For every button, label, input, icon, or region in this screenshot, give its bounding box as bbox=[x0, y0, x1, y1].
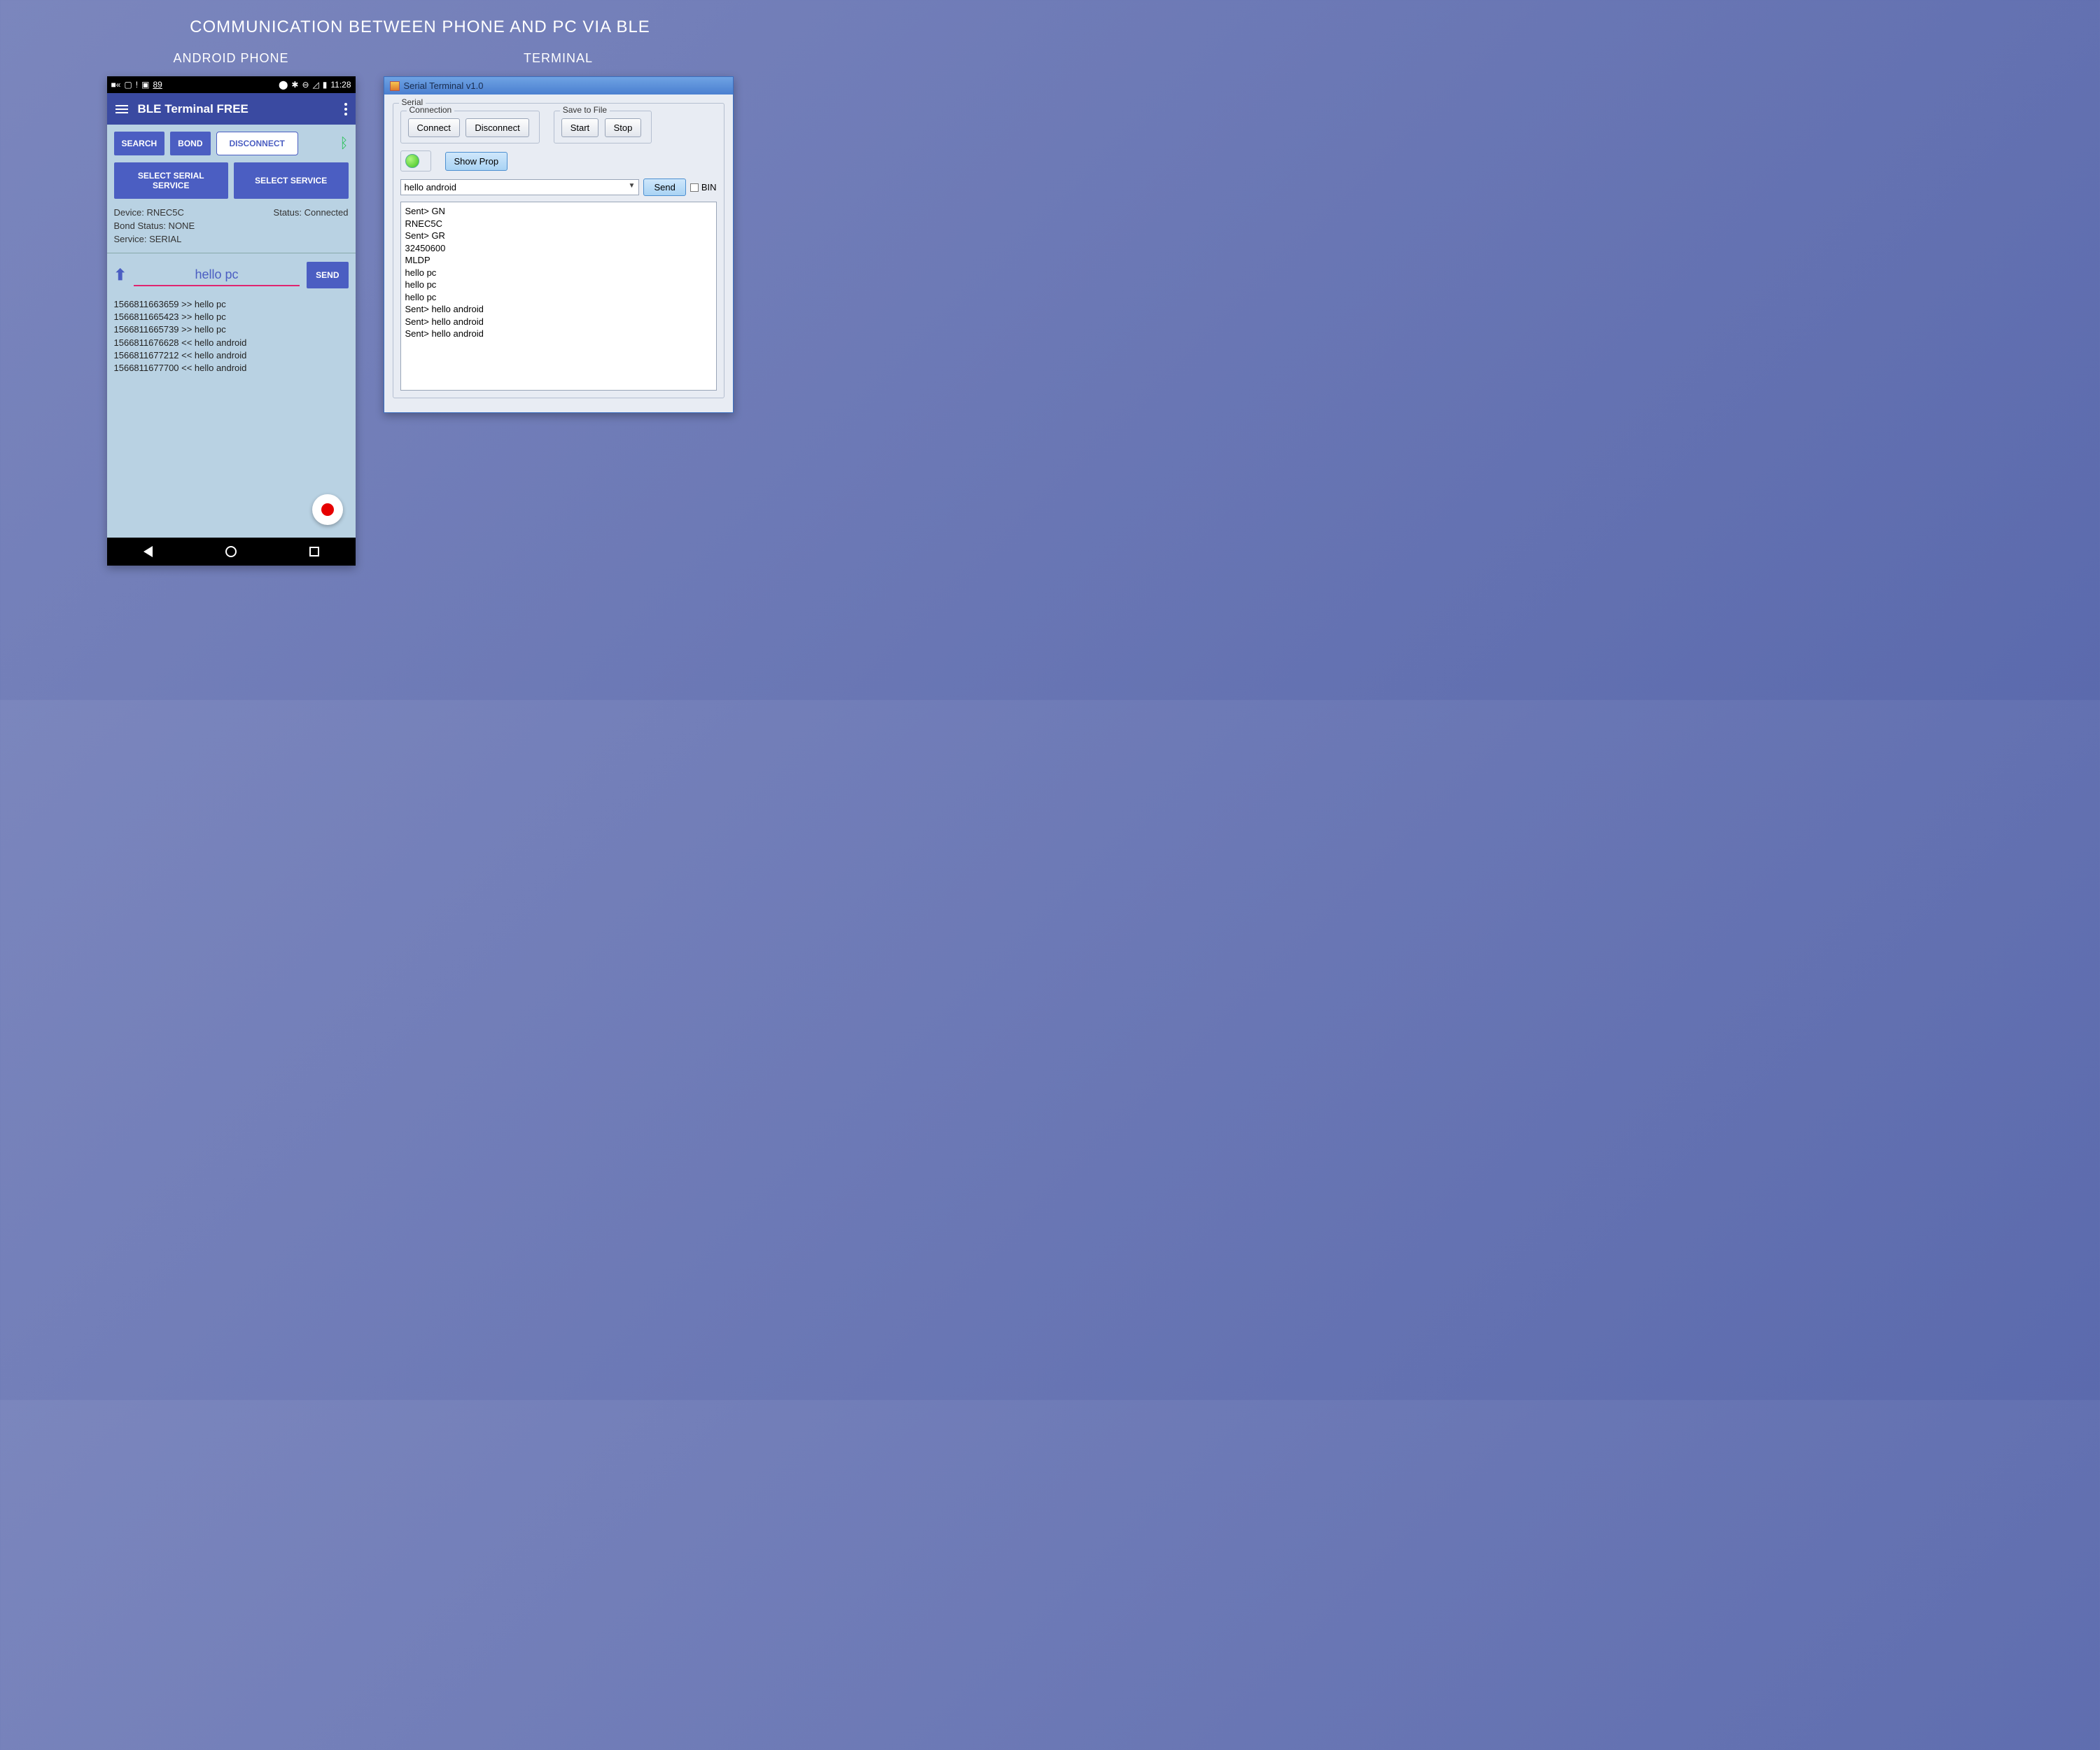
log-line: RNEC5C bbox=[405, 218, 442, 229]
terminal-window: Serial Terminal v1.0 Serial Connection C… bbox=[384, 76, 734, 413]
device-label: Device: RNEC5C bbox=[114, 207, 184, 218]
battery-icon: ▮ bbox=[323, 80, 328, 90]
savefile-group-label: Save to File bbox=[560, 105, 610, 115]
send-combobox[interactable]: hello android ▼ bbox=[400, 179, 640, 195]
page-title: COMMUNICATION BETWEEN PHONE AND PC VIA B… bbox=[0, 0, 840, 37]
log-line: Sent> hello android bbox=[405, 328, 484, 339]
log-line: 32450600 bbox=[405, 243, 446, 253]
send-combobox-value: hello android bbox=[405, 182, 456, 192]
bin-checkbox[interactable] bbox=[690, 183, 699, 192]
select-serial-service-button[interactable]: SELECT SERIAL SERVICE bbox=[114, 162, 229, 199]
android-icon: ▣ bbox=[141, 80, 149, 90]
more-icon[interactable] bbox=[344, 103, 347, 115]
message-input[interactable] bbox=[134, 265, 300, 286]
recents-icon[interactable] bbox=[309, 547, 319, 556]
alert-icon: ! bbox=[136, 80, 138, 90]
window-titlebar: Serial Terminal v1.0 bbox=[384, 77, 733, 94]
log-line: Sent> hello android bbox=[405, 316, 484, 327]
phone-frame: ■« ▢ ! ▣ 89 ⬤ ✱ ⊖ ◿ ▮ 11:28 BLE Terminal bbox=[107, 76, 356, 566]
status-led-icon bbox=[405, 154, 419, 168]
log-line: 1566811677700 << hello android bbox=[114, 362, 349, 374]
log-line: Sent> hello android bbox=[405, 304, 484, 314]
select-service-button[interactable]: SELECT SERVICE bbox=[234, 162, 349, 199]
app-bar: BLE Terminal FREE bbox=[107, 93, 356, 125]
location-icon: ⬤ bbox=[279, 80, 288, 90]
chevron-down-icon: ▼ bbox=[629, 182, 636, 192]
service-label: Service: SERIAL bbox=[114, 234, 349, 244]
app-title: BLE Terminal FREE bbox=[138, 102, 335, 116]
pc-disconnect-button[interactable]: Disconnect bbox=[465, 118, 528, 137]
android-statusbar: ■« ▢ ! ▣ 89 ⬤ ✱ ⊖ ◿ ▮ 11:28 bbox=[107, 76, 356, 93]
left-column-label: ANDROID PHONE bbox=[173, 51, 288, 66]
home-icon[interactable] bbox=[225, 546, 237, 557]
search-button[interactable]: SEARCH bbox=[114, 132, 165, 155]
right-column-label: TERMINAL bbox=[524, 51, 593, 66]
log-line: 1566811677212 << hello android bbox=[114, 349, 349, 362]
show-prop-button[interactable]: Show Prop bbox=[445, 152, 508, 171]
log-line: 1566811665739 >> hello pc bbox=[114, 323, 349, 336]
log-line: 1566811663659 >> hello pc bbox=[114, 298, 349, 311]
status-label: Status: Connected bbox=[274, 207, 349, 218]
arrow-up-icon: ⬆ bbox=[114, 266, 127, 284]
connect-button[interactable]: Connect bbox=[408, 118, 460, 137]
stop-button[interactable]: Stop bbox=[605, 118, 642, 137]
notif-count: 89 bbox=[153, 80, 162, 90]
log-line: 1566811665423 >> hello pc bbox=[114, 311, 349, 323]
status-led-box bbox=[400, 150, 431, 172]
log-line: 1566811676628 << hello android bbox=[114, 337, 349, 349]
picture-icon: ▢ bbox=[124, 80, 132, 90]
log-line: hello pc bbox=[405, 279, 437, 290]
app-icon bbox=[390, 81, 400, 91]
connection-group: Connection Connect Disconnect bbox=[400, 111, 540, 144]
serial-group: Serial Connection Connect Disconnect Sav… bbox=[393, 103, 724, 398]
phone-log: 1566811663659 >> hello pc 1566811665423 … bbox=[114, 298, 349, 374]
log-line: hello pc bbox=[405, 267, 437, 278]
connection-group-label: Connection bbox=[407, 105, 455, 115]
start-button[interactable]: Start bbox=[561, 118, 598, 137]
android-navbar bbox=[107, 538, 356, 566]
dnd-icon: ⊖ bbox=[302, 80, 309, 90]
disconnect-button[interactable]: DISCONNECT bbox=[216, 132, 298, 155]
send-button[interactable]: SEND bbox=[307, 262, 348, 288]
bluetooth-icon: ᛒ bbox=[340, 136, 349, 152]
signal-icon: ◿ bbox=[313, 80, 319, 90]
bluetooth-status-icon: ✱ bbox=[291, 80, 298, 90]
log-line: Sent> GN bbox=[405, 206, 445, 216]
clock: 11:28 bbox=[330, 80, 351, 90]
savefile-group: Save to File Start Stop bbox=[554, 111, 652, 144]
back-icon[interactable] bbox=[144, 546, 153, 557]
video-icon: ■« bbox=[111, 80, 121, 90]
log-line: hello pc bbox=[405, 292, 437, 302]
bond-button[interactable]: BOND bbox=[170, 132, 210, 155]
menu-icon[interactable] bbox=[115, 105, 128, 113]
record-icon bbox=[321, 503, 334, 516]
terminal-log[interactable]: Sent> GN RNEC5C Sent> GR 32450600 MLDP h… bbox=[400, 202, 717, 391]
bond-status-label: Bond Status: NONE bbox=[114, 220, 349, 231]
log-line: MLDP bbox=[405, 255, 430, 265]
log-line: Sent> GR bbox=[405, 230, 445, 241]
pc-send-button[interactable]: Send bbox=[643, 178, 685, 196]
record-fab[interactable] bbox=[312, 494, 343, 525]
bin-label: BIN bbox=[701, 182, 717, 192]
window-title: Serial Terminal v1.0 bbox=[404, 80, 484, 91]
